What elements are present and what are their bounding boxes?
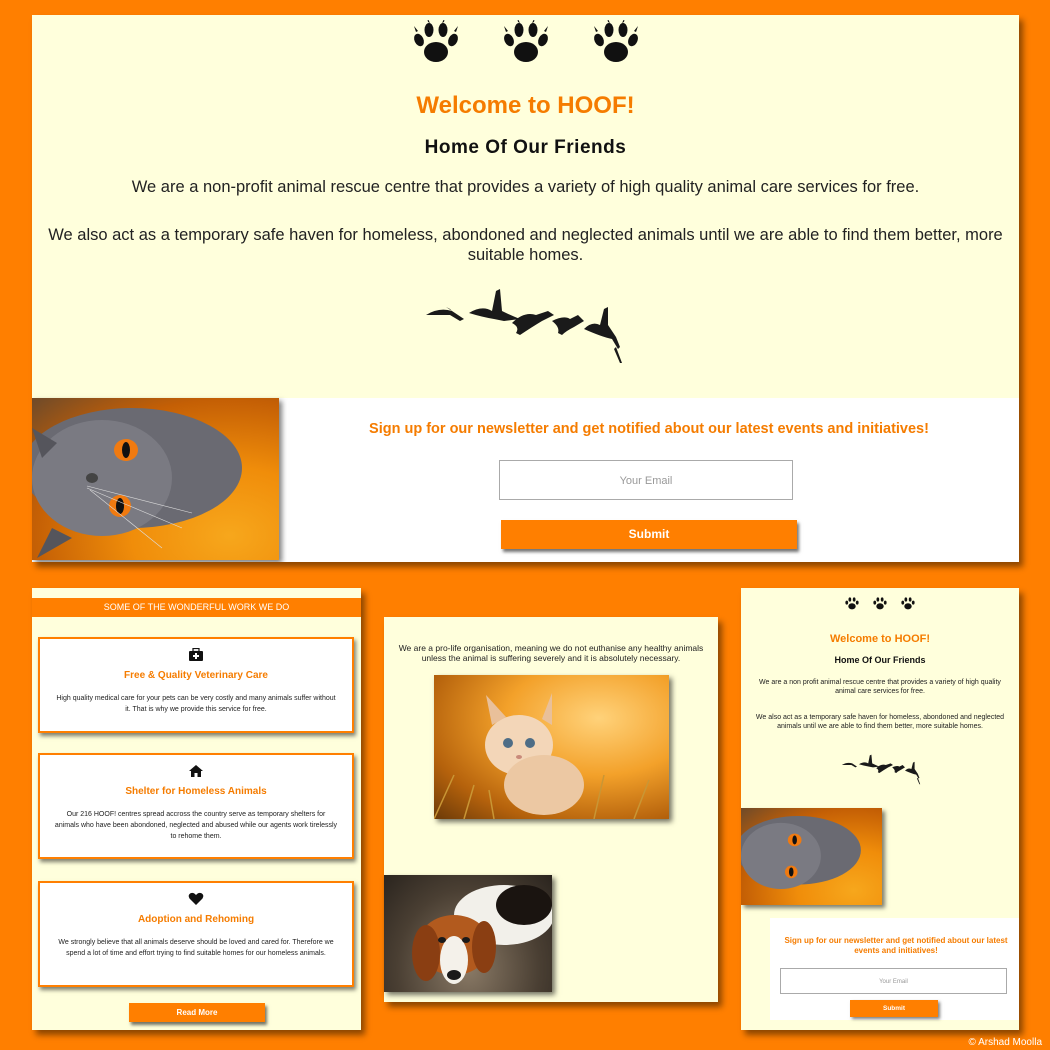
paw-icon <box>872 596 888 611</box>
mobile-email-input[interactable]: Your Email <box>780 968 1007 994</box>
paw-row <box>32 20 1019 66</box>
service-card: Adoption and Rehoming We strongly believ… <box>38 881 354 987</box>
service-title: Adoption and Rehoming <box>137 914 255 925</box>
email-input[interactable]: Your Email <box>499 460 793 500</box>
paw-icon <box>590 20 642 66</box>
service-card: Shelter for Homeless Animals Our 216 HOO… <box>38 753 354 859</box>
submit-button[interactable]: Submit <box>501 520 797 549</box>
service-title: Free & Quality Veterinary Care <box>124 670 268 681</box>
page-title: Welcome to HOOF! <box>416 92 635 119</box>
mobile-title: Welcome to HOOF! <box>829 633 931 645</box>
paw-icon <box>900 596 916 611</box>
mobile-paragraph: We are a non profit animal rescue centre… <box>759 679 1001 695</box>
copyright-credit: © Arshad Moolla <box>968 1037 1042 1048</box>
mobile-newsletter-section: Sign up for our newsletter and get notif… <box>770 918 1019 1020</box>
mobile-newsletter-heading: Sign up for our newsletter and get notif… <box>784 936 1008 955</box>
gallery-panel: We are a pro-life organisation, meaning … <box>384 617 718 1002</box>
kitten-image <box>434 675 669 819</box>
puppy-image <box>384 875 552 992</box>
newsletter-section: Sign up for our newsletter and get notif… <box>32 398 1019 562</box>
paw-icon <box>500 20 552 66</box>
birds-silhouette <box>841 754 921 785</box>
main-panel: Welcome to HOOF! Home Of Our Friends We … <box>32 15 1019 562</box>
page-subtitle: Home Of Our Friends <box>424 137 627 158</box>
mobile-paragraph-2: We also act as a temporary safe haven fo… <box>755 714 1005 730</box>
paw-row <box>741 596 1019 611</box>
services-panel: SOME OF THE WONDERFUL WORK WE DO Free & … <box>32 588 361 1030</box>
home-icon <box>40 764 352 780</box>
service-description: We strongly believe that all animals des… <box>58 939 334 957</box>
birds-silhouette <box>426 289 622 363</box>
service-card: Free & Quality Veterinary Care High qual… <box>38 637 354 733</box>
paw-icon <box>844 596 860 611</box>
cat-image <box>32 398 279 560</box>
medical-kit-icon <box>40 647 352 664</box>
heart-icon <box>40 892 352 908</box>
service-description: Our 216 HOOF! centres spread accross the… <box>54 811 338 840</box>
cat-image <box>741 808 882 905</box>
gallery-text: We are a pro-life organisation, meaning … <box>398 643 704 663</box>
intro-paragraph: We are a non-profit animal rescue centre… <box>131 178 920 196</box>
read-more-button[interactable]: Read More <box>129 1003 265 1022</box>
intro-paragraph-2: We also act as a temporary safe haven fo… <box>48 226 1003 264</box>
newsletter-heading: Sign up for our newsletter and get notif… <box>369 421 929 437</box>
mobile-preview-panel: Welcome to HOOF! Home Of Our Friends We … <box>741 588 1019 1030</box>
paw-icon <box>410 20 462 66</box>
services-header: SOME OF THE WONDERFUL WORK WE DO <box>32 598 361 617</box>
mobile-submit-button[interactable]: Submit <box>850 1000 938 1017</box>
service-title: Shelter for Homeless Animals <box>125 786 267 797</box>
service-description: High quality medical care for your pets … <box>56 695 336 713</box>
mobile-subtitle: Home Of Our Friends <box>834 655 926 665</box>
